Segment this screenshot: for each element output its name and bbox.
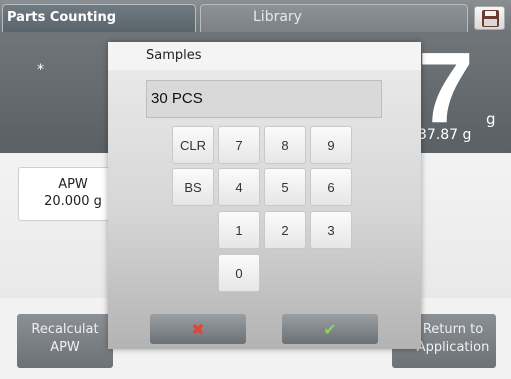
recalculate-apw-button[interactable]: Recalculat APW bbox=[17, 314, 113, 368]
stability-indicator: * bbox=[37, 62, 44, 78]
weight-unit: g bbox=[486, 110, 496, 128]
dialog-title: Samples bbox=[146, 48, 202, 63]
dialog-header: Samples bbox=[108, 42, 421, 70]
recalculate-label-line2: APW bbox=[50, 340, 80, 355]
return-label-line1: Return to bbox=[422, 322, 484, 337]
key-8[interactable]: 8 bbox=[264, 126, 306, 164]
key-1[interactable]: 1 bbox=[218, 211, 260, 249]
net-weight-readout: 37.87 g bbox=[418, 127, 472, 143]
key-6[interactable]: 6 bbox=[310, 168, 352, 206]
key-2[interactable]: 2 bbox=[264, 211, 306, 249]
return-label-line2: Application bbox=[416, 340, 490, 355]
key-4[interactable]: 4 bbox=[218, 168, 260, 206]
key-9[interactable]: 9 bbox=[310, 126, 352, 164]
key-5[interactable]: 5 bbox=[264, 168, 306, 206]
key-7[interactable]: 7 bbox=[218, 126, 260, 164]
checkmark-icon: ✔ bbox=[323, 319, 337, 339]
confirm-button[interactable]: ✔ bbox=[282, 314, 378, 344]
tab-library[interactable]: Library bbox=[200, 4, 468, 32]
tab-library-label: Library bbox=[253, 9, 302, 25]
clr-key[interactable]: CLR bbox=[172, 126, 214, 164]
samples-entry-field[interactable]: 30 PCS bbox=[146, 80, 382, 118]
key-3[interactable]: 3 bbox=[310, 211, 352, 249]
floppy-disk-icon bbox=[482, 10, 499, 27]
backspace-key[interactable]: BS bbox=[172, 168, 214, 206]
save-button[interactable] bbox=[474, 6, 505, 30]
tab-parts-counting[interactable]: Parts Counting bbox=[2, 4, 196, 32]
recalculate-label-line1: Recalculat bbox=[31, 322, 99, 337]
x-icon: ✖ bbox=[191, 319, 205, 339]
samples-dialog: Samples 30 PCS CLR 7 8 9 BS 4 5 6 1 2 3 … bbox=[108, 42, 421, 349]
tab-parts-counting-label: Parts Counting bbox=[7, 10, 117, 25]
cancel-button[interactable]: ✖ bbox=[150, 314, 246, 344]
key-0[interactable]: 0 bbox=[218, 254, 260, 292]
